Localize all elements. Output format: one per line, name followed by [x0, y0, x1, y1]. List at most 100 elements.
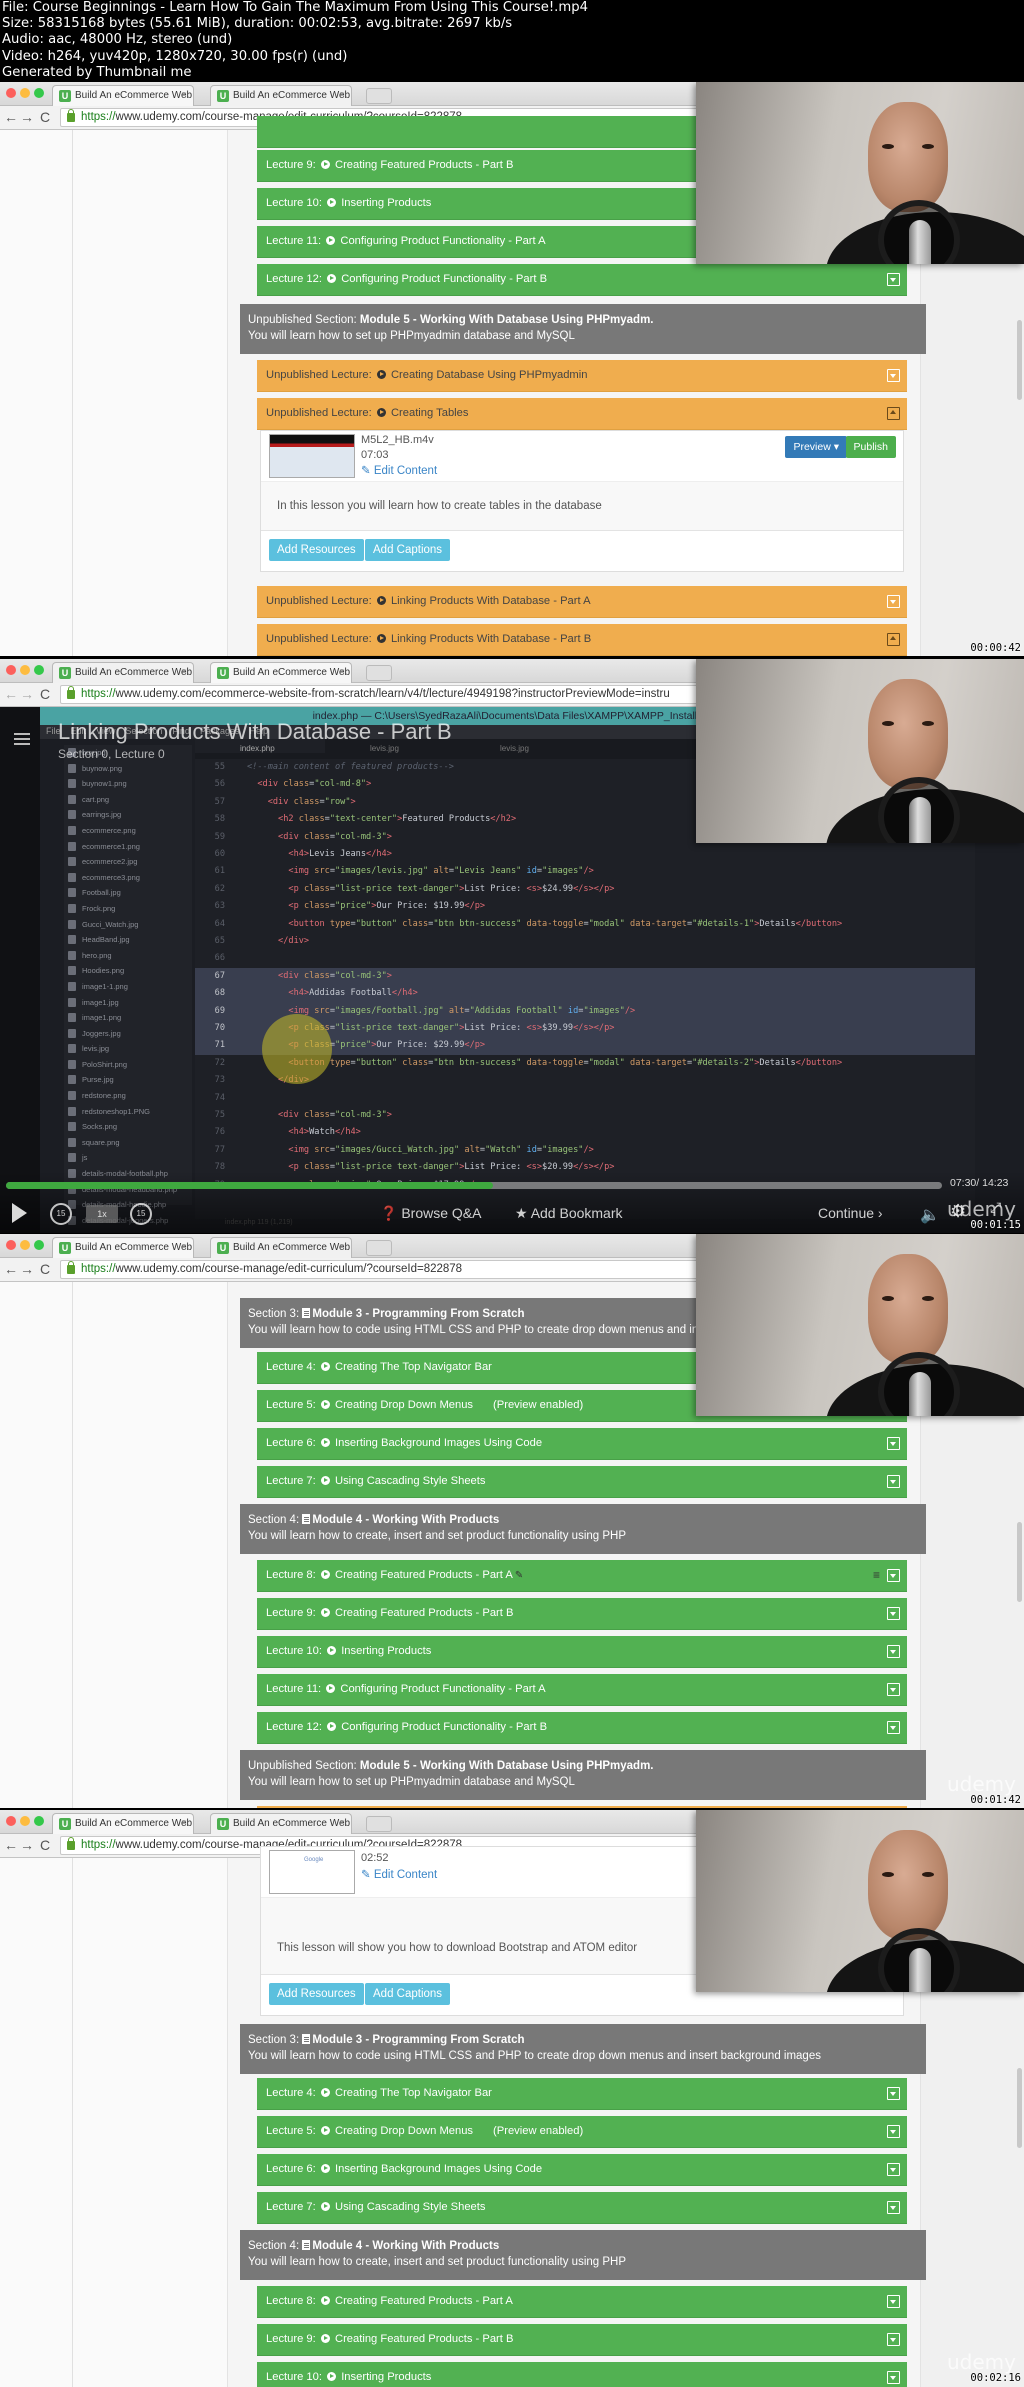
file-tree-item[interactable]: PoloShirt.png: [64, 1057, 192, 1073]
lecture-row[interactable]: Lecture 7: Using Cascading Style Sheets: [257, 1466, 907, 1498]
lecture-row[interactable]: Lecture 9: Creating Featured Products - …: [257, 1598, 907, 1630]
file-tree-item[interactable]: Football.jpg: [64, 885, 192, 901]
minimize-window-button[interactable]: [20, 1240, 30, 1250]
file-tree-item[interactable]: js: [64, 1150, 192, 1166]
editor-tab[interactable]: levis.jpg: [455, 739, 585, 753]
close-tab-icon[interactable]: ×: [339, 667, 345, 678]
expand-toggle-icon[interactable]: [887, 1437, 900, 1450]
browser-tab[interactable]: U Build An eCommerce Web ×: [210, 662, 352, 683]
expand-toggle-icon[interactable]: [887, 2125, 900, 2138]
section-header[interactable]: Section 3: Module 3 - Programming From S…: [240, 2024, 926, 2074]
scrollbar[interactable]: [1017, 2068, 1022, 2148]
lecture-row[interactable]: Lecture 12: Configuring Product Function…: [257, 1712, 907, 1744]
expand-toggle-icon[interactable]: [887, 595, 900, 608]
speed-button[interactable]: 1x: [86, 1205, 118, 1223]
minimize-window-button[interactable]: [20, 1816, 30, 1826]
file-tree-item[interactable]: Joggers.jpg: [64, 1026, 192, 1042]
progress-bar[interactable]: [6, 1182, 942, 1189]
lecture-row[interactable]: Lecture 7: Using Cascading Style Sheets: [257, 2192, 907, 2224]
maximize-window-button[interactable]: [34, 1240, 44, 1250]
file-tree-item[interactable]: ecommerce1.png: [64, 839, 192, 855]
file-tree-item[interactable]: buynow1.png: [64, 776, 192, 792]
code-line[interactable]: 65 </div>: [195, 933, 975, 950]
section-header[interactable]: Unpublished Section: Module 5 - Working …: [240, 304, 926, 354]
section-header[interactable]: Unpublished Section: Module 5 - Working …: [240, 1750, 926, 1800]
expand-toggle-icon[interactable]: [887, 2087, 900, 2100]
expand-toggle-icon[interactable]: [887, 2201, 900, 2214]
reload-icon[interactable]: C: [40, 109, 50, 125]
file-tree-item[interactable]: ecommerce.png: [64, 823, 192, 839]
lecture-row[interactable]: Lecture 4: Creating The Top Navigator Ba…: [257, 2078, 907, 2110]
browse-qa-button[interactable]: ❓ Browse Q&A: [380, 1205, 481, 1222]
back-icon[interactable]: ←: [4, 686, 18, 702]
edit-content-link[interactable]: ✎ Edit Content: [361, 1867, 437, 1881]
expand-toggle-icon[interactable]: [887, 1721, 900, 1734]
rewind-15-icon[interactable]: 15: [50, 1203, 72, 1225]
expand-toggle-icon[interactable]: [887, 1475, 900, 1488]
browser-tab[interactable]: U Build An eCommerce Web ×: [52, 1813, 194, 1834]
add-captions-button[interactable]: Add Captions: [365, 539, 451, 561]
lecture-row[interactable]: Lecture 11: Configuring Product Function…: [257, 1674, 907, 1706]
new-tab-button[interactable]: [366, 1816, 392, 1832]
lecture-row[interactable]: Lecture 12: Configuring Product Function…: [257, 264, 907, 296]
lecture-row[interactable]: Lecture 10: Inserting Products: [257, 2362, 907, 2387]
expand-toggle-icon[interactable]: [887, 2163, 900, 2176]
lecture-row[interactable]: Lecture 9: Creating Featured Products - …: [257, 2324, 907, 2356]
close-window-button[interactable]: [6, 665, 16, 675]
file-tree-item[interactable]: Hoodies.png: [64, 963, 192, 979]
add-captions-button[interactable]: Add Captions: [365, 1983, 451, 2005]
code-line[interactable]: 74: [195, 1090, 975, 1107]
expand-toggle-icon[interactable]: [887, 1607, 900, 1620]
file-tree-item[interactable]: HeadBand.jpg: [64, 932, 192, 948]
code-line[interactable]: 63 <p class="price">Our Price: $19.99</p…: [195, 898, 975, 915]
file-tree-item[interactable]: Purse.jpg: [64, 1072, 192, 1088]
forward-icon[interactable]: →: [20, 109, 34, 125]
file-tree-item[interactable]: Frock.png: [64, 901, 192, 917]
browser-tab[interactable]: U Build An eCommerce Web ×: [52, 662, 194, 683]
code-line[interactable]: 60 <h4>Levis Jeans</h4>: [195, 846, 975, 863]
minimize-window-button[interactable]: [20, 88, 30, 98]
expand-toggle-icon[interactable]: [887, 369, 900, 382]
lecture-row[interactable]: Lecture 6: Inserting Background Images U…: [257, 1428, 907, 1460]
unpublished-lecture-row[interactable]: Unpublished Lecture: Creating Tables: [257, 398, 907, 430]
pencil-icon[interactable]: ✎: [515, 1570, 523, 1581]
code-line[interactable]: 76 <h4>Watch</h4>: [195, 1124, 975, 1141]
reload-icon[interactable]: C: [40, 1261, 50, 1277]
add-resources-button[interactable]: Add Resources: [269, 1983, 364, 2005]
expand-toggle-icon[interactable]: [887, 273, 900, 286]
file-tree-item[interactable]: image1.jpg: [64, 995, 192, 1011]
lecture-row[interactable]: Lecture 5: Creating Drop Down Menus (Prev…: [257, 2116, 907, 2148]
back-icon[interactable]: ←: [4, 1837, 18, 1853]
minimize-window-button[interactable]: [20, 665, 30, 675]
file-tree-item[interactable]: redstone.png: [64, 1088, 192, 1104]
expand-toggle-icon[interactable]: [887, 1569, 900, 1582]
back-icon[interactable]: ←: [4, 109, 18, 125]
browser-tab[interactable]: U Build An eCommerce Web ×: [52, 1237, 194, 1258]
code-line[interactable]: 67 <div class="col-md-3">: [195, 967, 975, 986]
reload-icon[interactable]: C: [40, 686, 50, 702]
file-tree-item[interactable]: ecommerce3.png: [64, 870, 192, 886]
file-tree-item[interactable]: image1.png: [64, 1010, 192, 1026]
collapse-toggle-icon[interactable]: [887, 633, 900, 646]
section-header[interactable]: Section 4: Module 4 - Working With Produ…: [240, 1504, 926, 1554]
close-tab-icon[interactable]: ×: [339, 90, 345, 101]
file-tree-item[interactable]: Socks.png: [64, 1119, 192, 1135]
volume-icon[interactable]: 🔈: [920, 1205, 940, 1225]
browser-tab[interactable]: U Build An eCommerce Web ×: [210, 85, 352, 106]
unpublished-lecture-row[interactable]: [257, 1806, 907, 1808]
new-tab-button[interactable]: [366, 88, 392, 104]
close-tab-icon[interactable]: ×: [181, 90, 187, 101]
code-line[interactable]: 62 <p class="list-price text-danger">Lis…: [195, 881, 975, 898]
code-line[interactable]: 75 <div class="col-md-3">: [195, 1107, 975, 1124]
add-resources-button[interactable]: Add Resources: [269, 539, 364, 561]
drag-handle-icon[interactable]: ≡: [873, 1568, 880, 1582]
lecture-row[interactable]: Lecture 8: Creating Featured Products - …: [257, 1560, 907, 1592]
unpublished-lecture-row[interactable]: Unpublished Lecture: Linking Products Wi…: [257, 586, 907, 618]
code-line[interactable]: 61 <img src="images/levis.jpg" alt="Levi…: [195, 863, 975, 880]
browser-tab[interactable]: U Build An eCommerce Web ×: [210, 1813, 352, 1834]
file-tree-item[interactable]: levis.jpg: [64, 1041, 192, 1057]
browser-tab[interactable]: U Build An eCommerce Web ×: [52, 85, 194, 106]
new-tab-button[interactable]: [366, 1240, 392, 1256]
lecture-row[interactable]: Lecture 6: Inserting Background Images U…: [257, 2154, 907, 2186]
expand-toggle-icon[interactable]: [887, 1645, 900, 1658]
